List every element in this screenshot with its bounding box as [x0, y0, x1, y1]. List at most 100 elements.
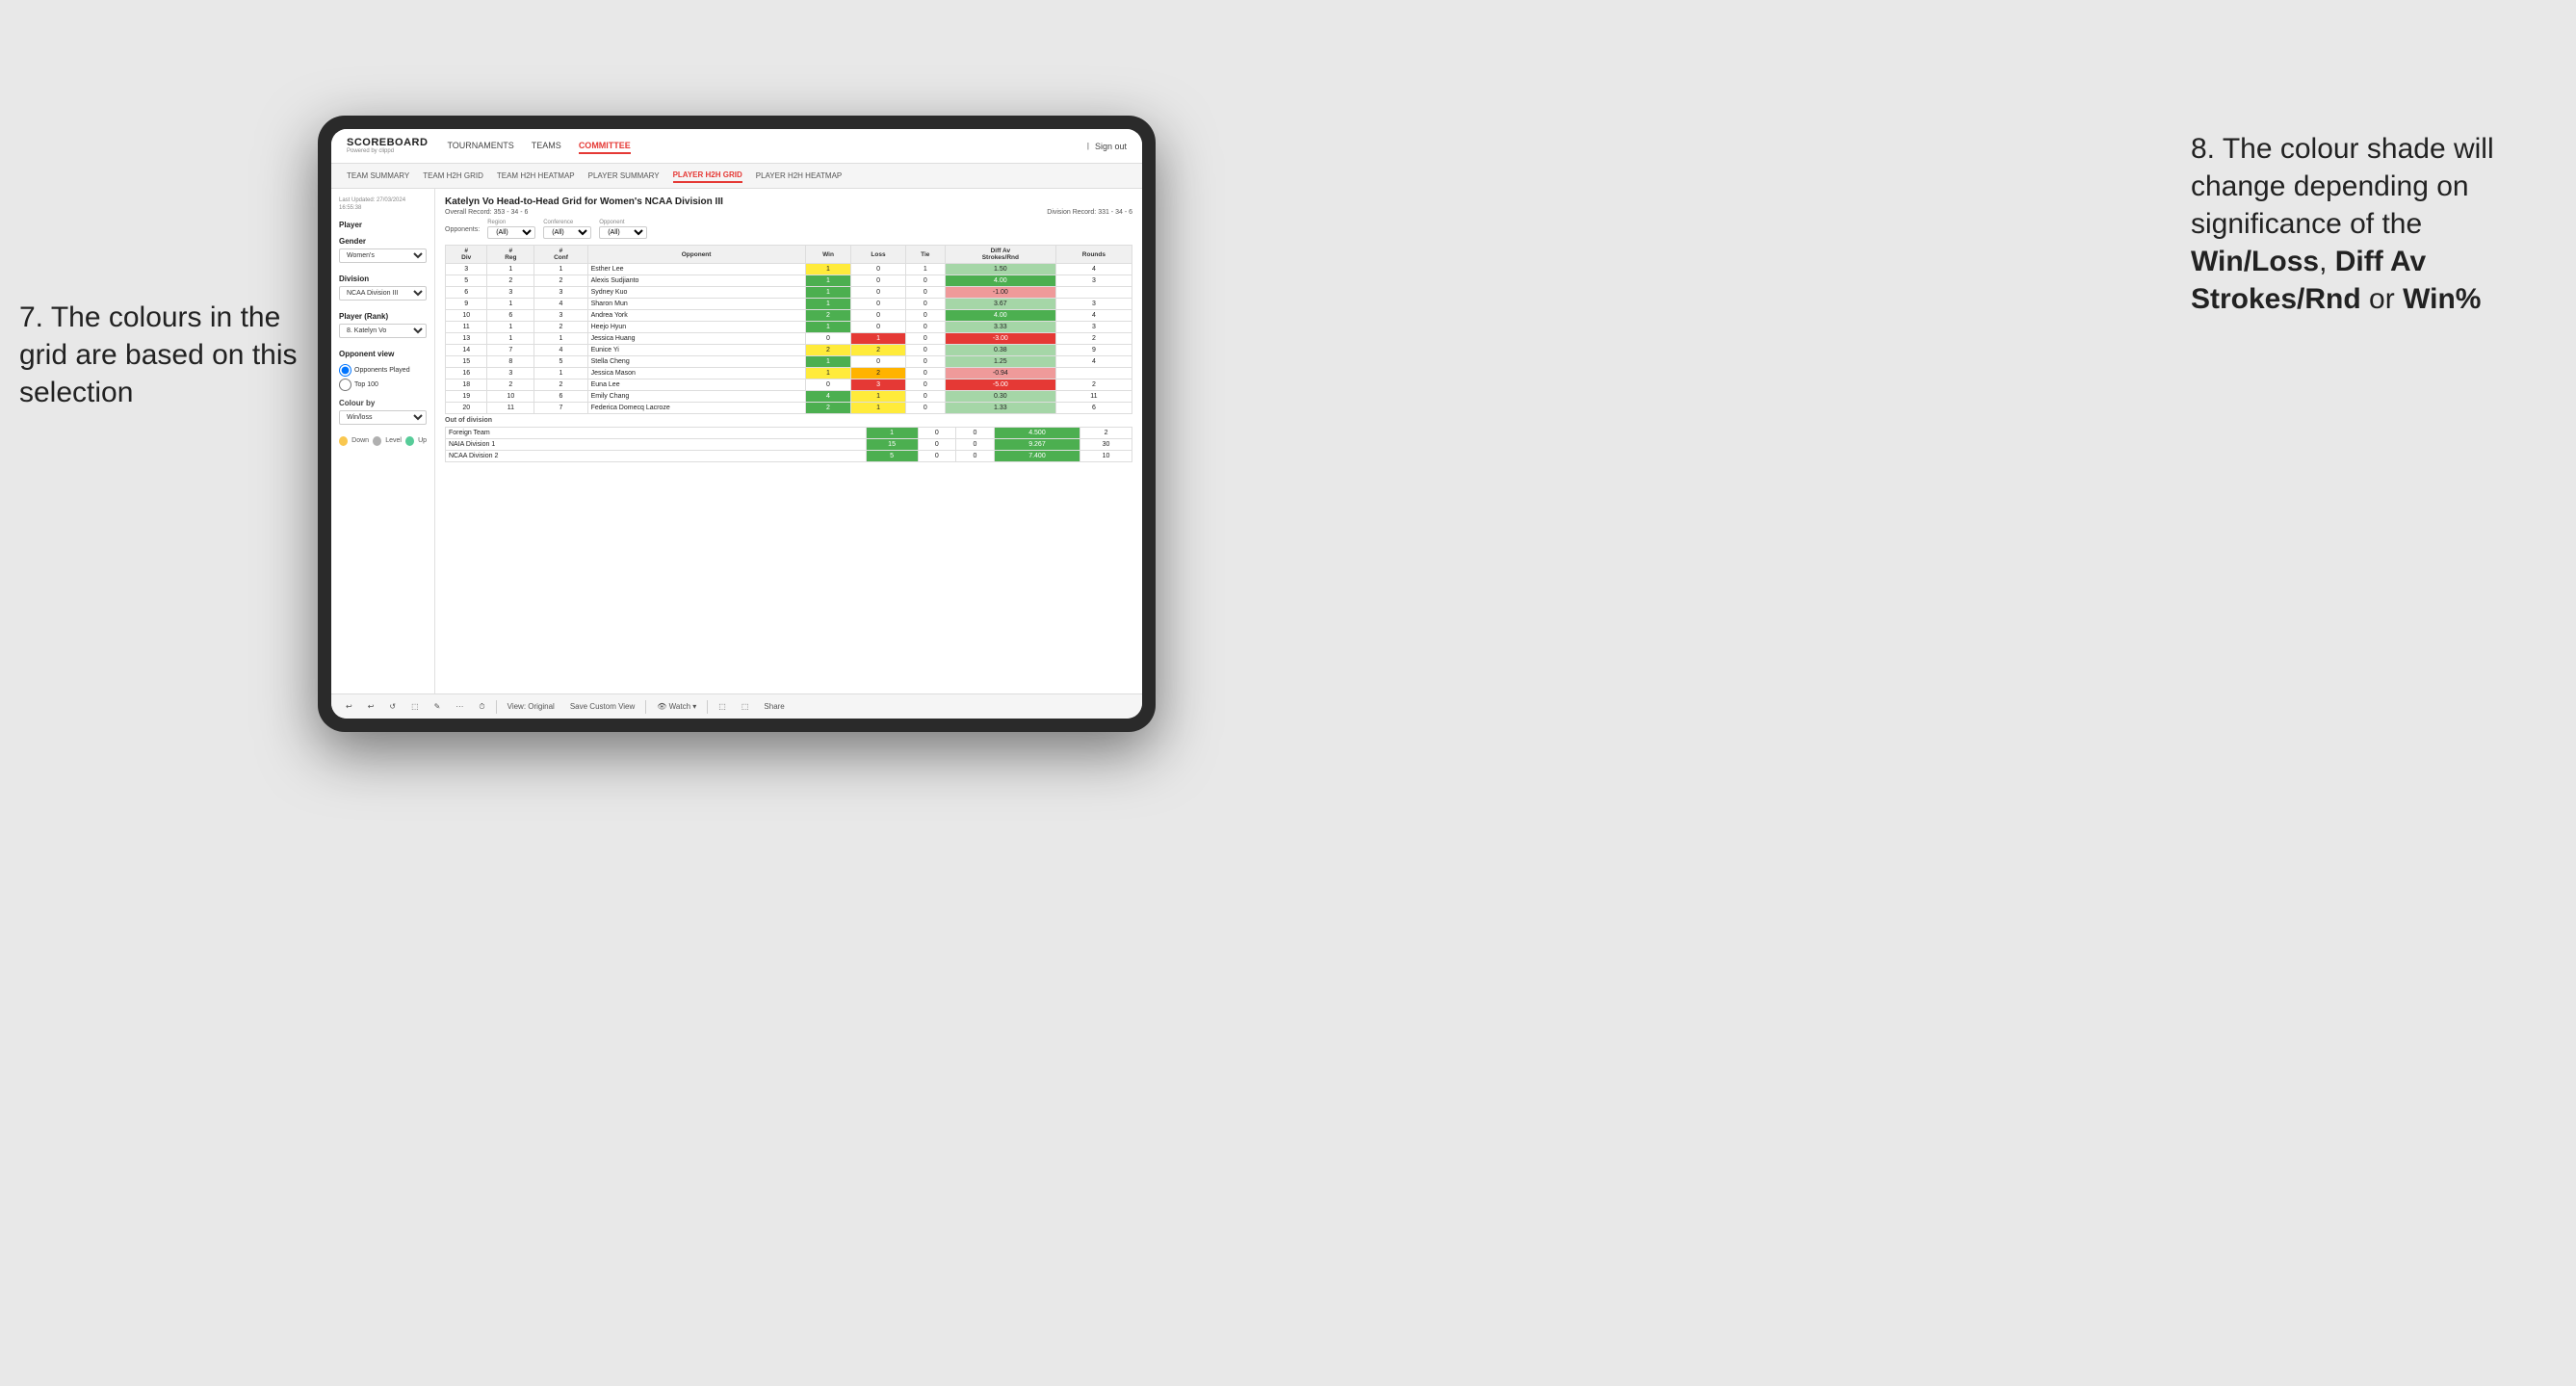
table-row: 16 3 1 Jessica Mason 1 2 0 -0.94: [446, 368, 1132, 379]
opponent-select[interactable]: (All): [599, 226, 647, 239]
left-panel: Last Updated: 27/03/2024 16:55:38 Player…: [331, 189, 435, 693]
nav-item-tournaments[interactable]: TOURNAMENTS: [447, 139, 513, 154]
opponent-filter: Opponent (All): [599, 220, 647, 239]
nav-sign-out[interactable]: Sign out: [1095, 140, 1127, 153]
ood-table: Foreign Team 1 0 0 4.500 2 NAIA Division…: [445, 427, 1132, 462]
conference-select[interactable]: (All): [543, 226, 591, 239]
grid-title: Katelyn Vo Head-to-Head Grid for Women's…: [445, 196, 1132, 207]
table-row: 11 1 2 Heejo Hyun 1 0 0 3.33 3: [446, 322, 1132, 333]
ood-table-row: Foreign Team 1 0 0 4.500 2: [446, 428, 1132, 439]
sub-nav-team-summary[interactable]: TEAM SUMMARY: [347, 170, 409, 182]
toolbar-edit[interactable]: ✎: [429, 700, 446, 713]
th-diff: Diff AvStrokes/Rnd: [945, 246, 1055, 264]
player-rank-label: Player (Rank): [339, 312, 427, 321]
toolbar-watch[interactable]: 👁 Watch ▾: [652, 700, 701, 713]
overall-record: Overall Record: 353 - 34 - 6: [445, 209, 528, 216]
division-label: Division: [339, 275, 427, 283]
th-div: #Div: [446, 246, 487, 264]
filter-row: Opponents: Region (All) Conference (All): [445, 220, 1132, 239]
annotation-left: 7. The colours in the grid are based on …: [19, 299, 299, 411]
nav-right: | Sign out: [1087, 140, 1127, 153]
sub-nav-player-summary[interactable]: PLAYER SUMMARY: [588, 170, 660, 182]
main-content: Last Updated: 27/03/2024 16:55:38 Player…: [331, 189, 1142, 693]
table-row: 15 8 5 Stella Cheng 1 0 0 1.25 4: [446, 356, 1132, 368]
toolbar-view-original[interactable]: View: Original: [503, 700, 559, 713]
toolbar-divider-1: [496, 700, 497, 714]
th-tie: Tie: [905, 246, 945, 264]
legend-dot-down: [339, 436, 348, 446]
nav-item-committee[interactable]: COMMITTEE: [579, 139, 631, 154]
toolbar-redo[interactable]: ↩: [363, 700, 379, 713]
ood-table-row: NAIA Division 1 15 0 0 9.267 30: [446, 439, 1132, 451]
table-row: 5 2 2 Alexis Sudjianto 1 0 0 4.00 3: [446, 275, 1132, 287]
logo-sub: Powered by clippd: [347, 148, 428, 154]
radio-top-100[interactable]: Top 100: [339, 379, 427, 391]
annotation-right: 8. The colour shade will change dependin…: [2191, 130, 2557, 318]
table-row: 14 7 4 Eunice Yi 2 2 0 0.38 9: [446, 345, 1132, 356]
region-select[interactable]: (All): [487, 226, 535, 239]
th-loss: Loss: [851, 246, 905, 264]
ood-table-row: NCAA Division 2 5 0 0 7.400 10: [446, 451, 1132, 462]
nav-item-teams[interactable]: TEAMS: [532, 139, 561, 154]
conference-filter: Conference (All): [543, 220, 591, 239]
gender-label: Gender: [339, 237, 427, 246]
h2h-table: #Div #Reg #Conf Opponent Win Loss Tie Di…: [445, 245, 1132, 414]
gender-select[interactable]: Women's: [339, 248, 427, 263]
right-panel: Katelyn Vo Head-to-Head Grid for Women's…: [435, 189, 1142, 693]
toolbar-undo[interactable]: ↩: [341, 700, 357, 713]
annotation-left-text: 7. The colours in the grid are based on …: [19, 301, 298, 408]
legend-label-up: Up: [418, 437, 427, 444]
last-updated: Last Updated: 27/03/2024 16:55:38: [339, 196, 427, 213]
out-of-division-label: Out of division: [445, 414, 1132, 427]
colour-by-select[interactable]: Win/loss: [339, 410, 427, 425]
legend-dot-up: [405, 436, 414, 446]
opponent-view-label: Opponent view: [339, 350, 427, 358]
th-win: Win: [805, 246, 851, 264]
toolbar-more[interactable]: ···: [451, 700, 468, 713]
toolbar-share[interactable]: Share: [759, 700, 789, 713]
toolbar-copy[interactable]: ⬚: [406, 700, 424, 713]
table-row: 6 3 3 Sydney Kuo 1 0 0 -1.00: [446, 287, 1132, 299]
toolbar-timer[interactable]: ⏱: [474, 700, 489, 714]
th-opponent: Opponent: [587, 246, 805, 264]
opponent-radio-group: Opponents Played Top 100: [339, 364, 427, 391]
legend-dot-level: [373, 436, 381, 446]
sub-nav-player-h2h-grid[interactable]: PLAYER H2H GRID: [673, 169, 742, 183]
legend-label-level: Level: [385, 437, 402, 444]
tablet-screen: SCOREBOARD Powered by clippd TOURNAMENTS…: [331, 129, 1142, 719]
th-rounds: Rounds: [1055, 246, 1132, 264]
table-row: 20 11 7 Federica Domecq Lacroze 2 1 0 1.…: [446, 403, 1132, 414]
bottom-toolbar: ↩ ↩ ↺ ⬚ ✎ ··· ⏱ View: Original Save Cust…: [331, 693, 1142, 719]
grid-subtitle-row: Overall Record: 353 - 34 - 6 Division Re…: [445, 209, 1132, 216]
player-rank-select[interactable]: 8. Katelyn Vo: [339, 324, 427, 338]
legend-row: Down Level Up: [339, 436, 427, 446]
radio-opponents-played[interactable]: Opponents Played: [339, 364, 427, 377]
toolbar-grid-2[interactable]: ⬚: [737, 700, 754, 713]
table-row: 18 2 2 Euna Lee 0 3 0 -5.00 2: [446, 379, 1132, 391]
table-row: 3 1 1 Esther Lee 1 0 1 1.50 4: [446, 264, 1132, 275]
table-row: 19 10 6 Emily Chang 4 1 0 0.30 11: [446, 391, 1132, 403]
th-conf: #Conf: [534, 246, 587, 264]
th-reg: #Reg: [487, 246, 534, 264]
toolbar-divider-2: [645, 700, 646, 714]
table-row: 13 1 1 Jessica Huang 0 1 0 -3.00 2: [446, 333, 1132, 345]
logo-text: SCOREBOARD: [347, 138, 428, 148]
sub-nav-team-h2h-grid[interactable]: TEAM H2H GRID: [423, 170, 483, 182]
nav-pipe: |: [1087, 142, 1089, 150]
sub-nav-player-h2h-heatmap[interactable]: PLAYER H2H HEATMAP: [756, 170, 843, 182]
colour-by-label: Colour by: [339, 399, 427, 407]
opponents-label: Opponents:: [445, 226, 480, 233]
division-select[interactable]: NCAA Division III: [339, 286, 427, 301]
logo-area: SCOREBOARD Powered by clippd: [347, 138, 428, 154]
sub-nav: TEAM SUMMARY TEAM H2H GRID TEAM H2H HEAT…: [331, 164, 1142, 189]
toolbar-grid-1[interactable]: ⬚: [714, 700, 731, 713]
toolbar-save-custom[interactable]: Save Custom View: [565, 700, 639, 713]
tablet-frame: SCOREBOARD Powered by clippd TOURNAMENTS…: [318, 116, 1156, 732]
sub-nav-team-h2h-heatmap[interactable]: TEAM H2H HEATMAP: [497, 170, 575, 182]
toolbar-refresh[interactable]: ↺: [384, 700, 401, 713]
table-header-row: #Div #Reg #Conf Opponent Win Loss Tie Di…: [446, 246, 1132, 264]
table-row: 10 6 3 Andrea York 2 0 0 4.00 4: [446, 310, 1132, 322]
region-filter: Region (All): [487, 220, 535, 239]
division-record: Division Record: 331 - 34 - 6: [1047, 209, 1132, 216]
toolbar-divider-3: [707, 700, 708, 714]
